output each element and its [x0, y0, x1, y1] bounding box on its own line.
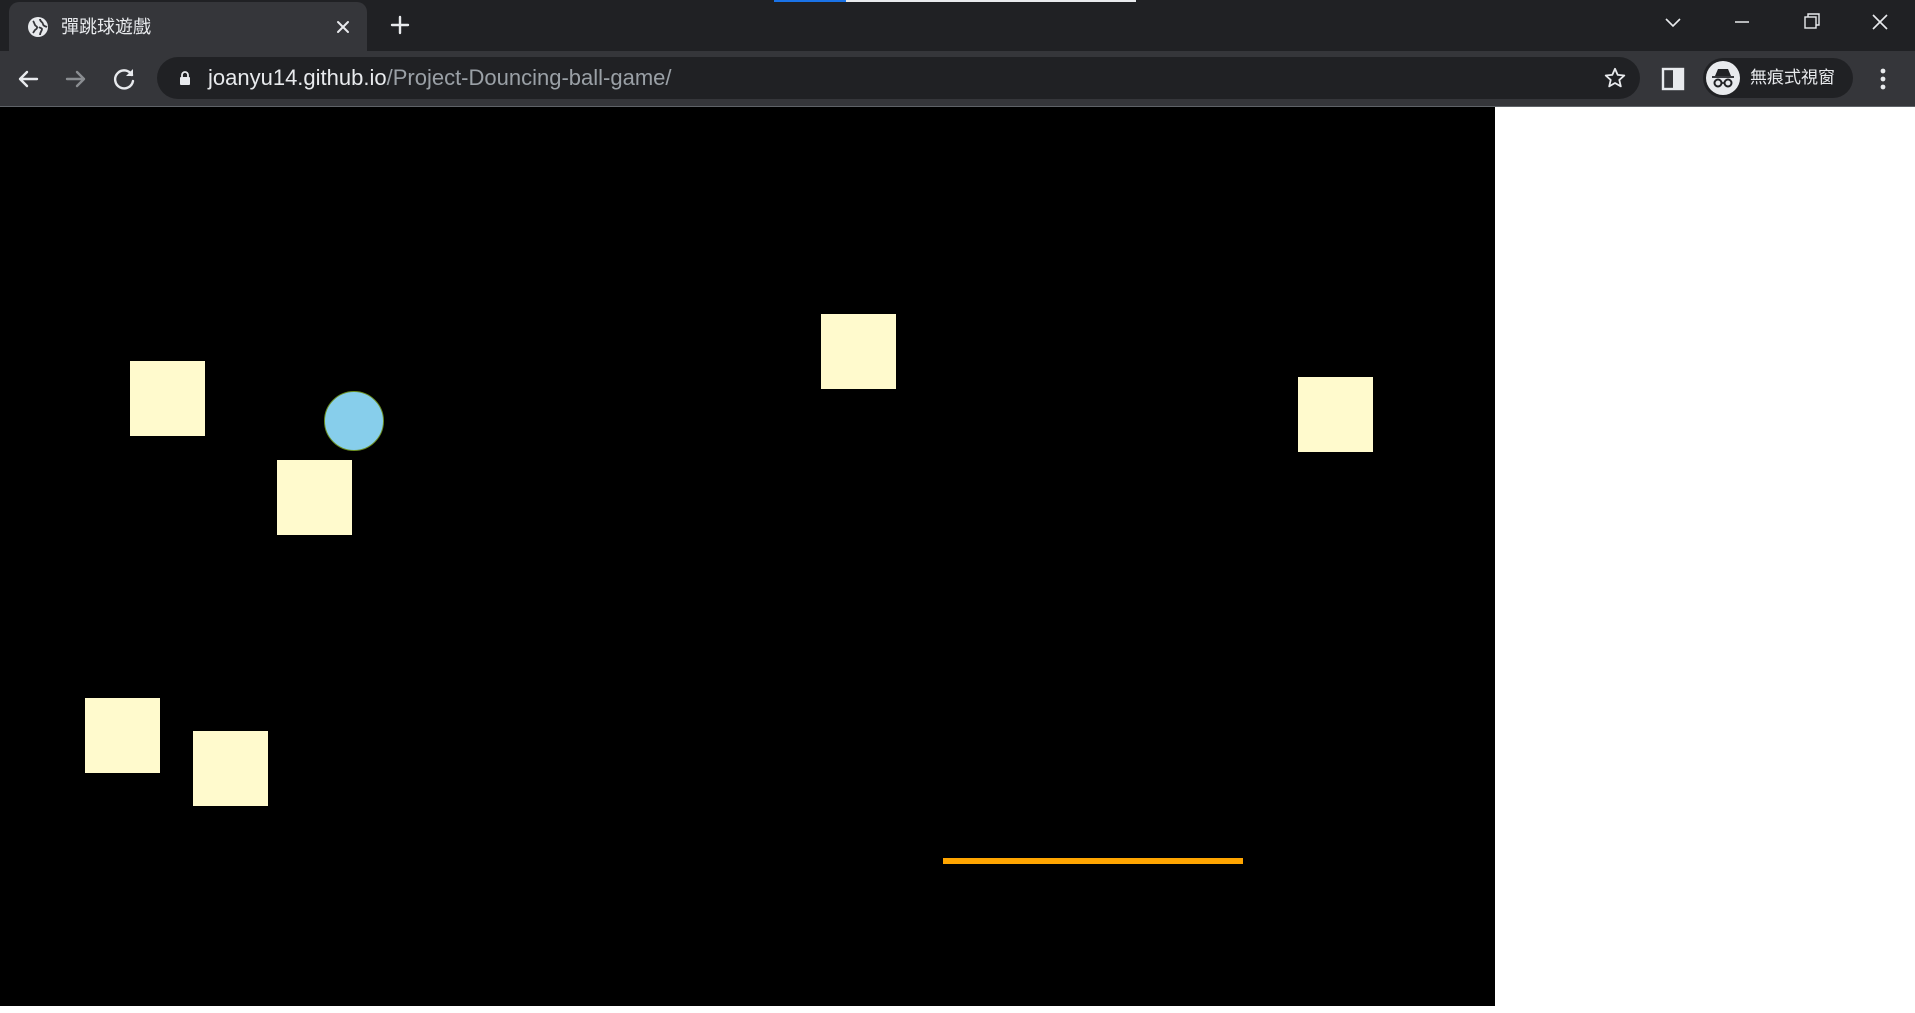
- side-panel-icon[interactable]: [1660, 66, 1686, 92]
- restore-icon[interactable]: [1791, 8, 1831, 36]
- incognito-icon: [1712, 69, 1734, 88]
- incognito-avatar: [1706, 61, 1740, 95]
- paddle[interactable]: [943, 858, 1243, 864]
- brick: [1298, 377, 1373, 452]
- back-arrow-icon[interactable]: [13, 64, 43, 94]
- brick: [85, 698, 160, 773]
- brick: [821, 314, 896, 389]
- incognito-label: 無痕式視窗: [1750, 68, 1835, 87]
- kebab-menu-icon[interactable]: [1868, 64, 1898, 94]
- plus-icon[interactable]: [388, 13, 412, 37]
- star-icon[interactable]: [1603, 66, 1627, 90]
- brick: [193, 731, 268, 806]
- minimize-icon[interactable]: [1722, 8, 1762, 36]
- url-path: /Project-Douncing-ball-game/: [386, 65, 672, 90]
- forward-arrow-icon[interactable]: [61, 64, 91, 94]
- reload-icon[interactable]: [109, 64, 139, 94]
- window-close-icon[interactable]: [1860, 8, 1900, 36]
- incognito-button[interactable]: 無痕式視窗: [1703, 58, 1853, 98]
- brick: [130, 361, 205, 436]
- ball: [324, 391, 384, 451]
- tab-drag-region-accent: [774, 0, 846, 2]
- tab-title: 彈跳球遊戲: [61, 17, 151, 37]
- lock-icon[interactable]: [177, 70, 193, 86]
- address-bar[interactable]: joanyu14.github.io/Project-Douncing-ball…: [157, 57, 1640, 99]
- tab-strip: 彈跳球遊戲: [0, 0, 1915, 51]
- url-host: joanyu14.github.io: [208, 65, 387, 90]
- tab-active[interactable]: 彈跳球遊戲: [9, 2, 367, 51]
- chevron-down-icon[interactable]: [1653, 8, 1693, 36]
- page-viewport: [0, 107, 1915, 1013]
- globe-icon: [28, 17, 48, 37]
- url-text[interactable]: joanyu14.github.io/Project-Douncing-ball…: [208, 66, 672, 90]
- brick: [277, 460, 352, 535]
- game-canvas[interactable]: [0, 107, 1495, 1006]
- browser-toolbar: joanyu14.github.io/Project-Douncing-ball…: [0, 51, 1915, 107]
- close-icon[interactable]: [332, 16, 354, 38]
